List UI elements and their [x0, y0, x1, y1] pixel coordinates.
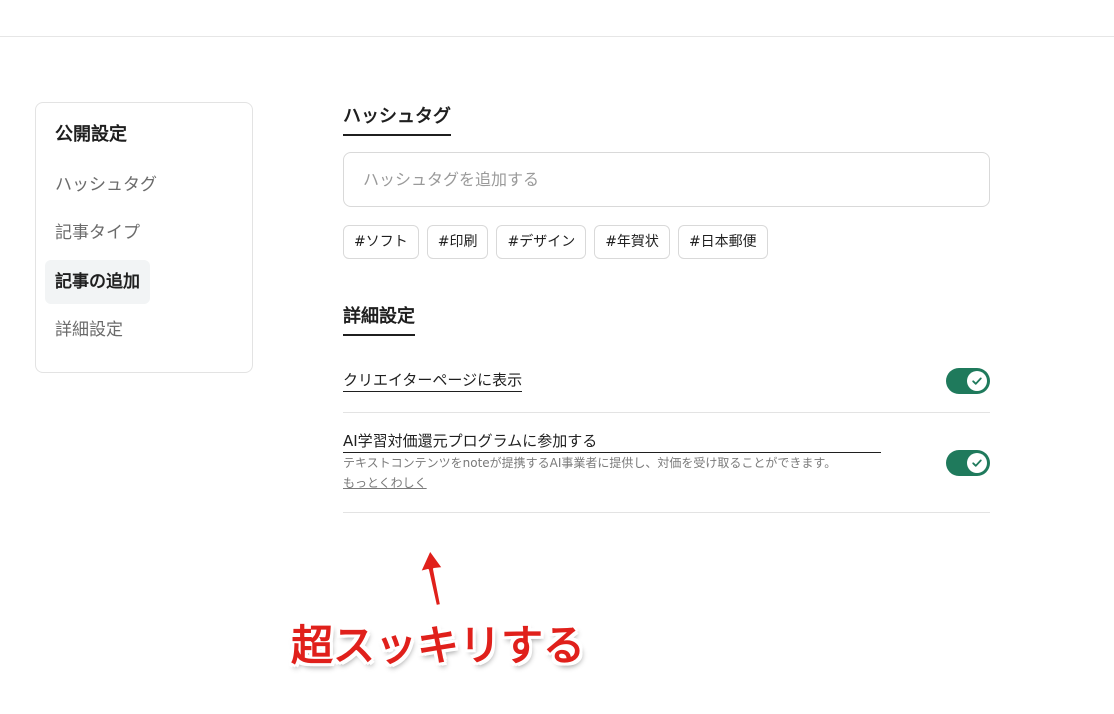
hashtag-section-title: ハッシュタグ: [343, 104, 451, 136]
check-icon: [967, 371, 987, 391]
hashtag-chip[interactable]: #印刷: [426, 225, 489, 259]
hashtag-chip[interactable]: #デザイン: [496, 225, 587, 259]
annotation-caption: 超スッキリする: [291, 621, 586, 670]
creator-page-toggle[interactable]: [946, 368, 990, 394]
sidebar-item-add-article[interactable]: 記事の追加: [45, 260, 150, 304]
hashtag-input[interactable]: [343, 152, 990, 207]
check-icon: [967, 453, 987, 473]
ai-program-toggle[interactable]: [946, 450, 990, 476]
sidebar-item-article-type[interactable]: 記事タイプ: [45, 211, 150, 255]
setting-row-ai-program: AI学習対価還元プログラムに参加する テキストコンテンツをnoteが提携するAI…: [343, 413, 990, 513]
setting-label: AI学習対価還元プログラムに参加する: [343, 430, 881, 453]
sidebar-item-advanced-settings[interactable]: 詳細設定: [45, 308, 133, 352]
learn-more-link[interactable]: もっとくわしく: [343, 474, 427, 492]
arrow-up-icon: [419, 549, 444, 607]
hashtag-chip[interactable]: #日本郵便: [677, 225, 768, 259]
top-bar: [0, 0, 1114, 37]
sidebar-title: 公開設定: [55, 124, 127, 145]
settings-sidebar: 公開設定 ハッシュタグ 記事タイプ 記事の追加 詳細設定: [35, 102, 253, 373]
hashtag-chip[interactable]: #年賀状: [594, 225, 670, 259]
sidebar-item-hashtag[interactable]: ハッシュタグ: [45, 163, 167, 207]
hashtag-chip-list: #ソフト #印刷 #デザイン #年賀状 #日本郵便: [343, 225, 768, 259]
setting-row-creator-page: クリエイターページに表示: [343, 356, 990, 413]
hashtag-chip[interactable]: #ソフト: [343, 225, 419, 259]
setting-label: クリエイターページに表示: [343, 369, 523, 392]
details-section-title: 詳細設定: [343, 304, 415, 336]
setting-description: テキストコンテンツをnoteが提携するAI事業者に提供し、対価を受け取ることがで…: [343, 456, 837, 470]
